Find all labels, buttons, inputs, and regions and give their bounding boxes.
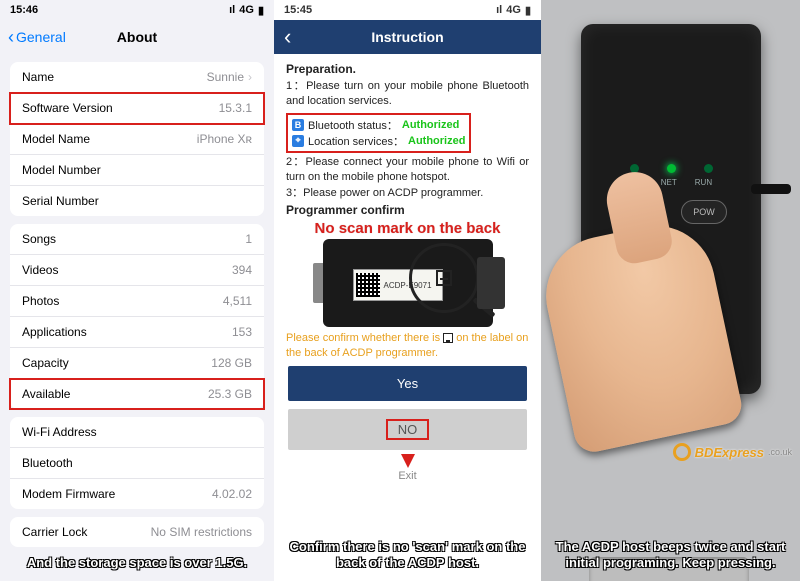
step-2: 2：Please connect your mobile phone to Wi…	[286, 155, 529, 185]
preparation-heading: Preparation.	[286, 62, 529, 76]
led-labels: R/T NET RUN	[581, 178, 761, 187]
page-title: Instruction	[274, 29, 541, 45]
caption-overlay: And the storage space is over 1.5G.	[0, 549, 274, 581]
bluetooth-icon: B	[292, 119, 304, 131]
row-capacity[interactable]: Capacity128 GB	[10, 348, 264, 379]
status-time: 15:45	[284, 4, 312, 16]
step-1: 1：Please turn on your mobile phone Bluet…	[286, 79, 529, 109]
pow-button[interactable]: POW	[681, 200, 727, 224]
arrow-down-icon	[401, 454, 415, 468]
chevron-right-icon: ›	[248, 70, 252, 84]
network-label: 4G	[506, 4, 521, 16]
magnifier-handle	[472, 297, 495, 318]
led-net	[667, 164, 676, 173]
network-label: 4G	[239, 4, 254, 16]
bluetooth-status-value: Authorized	[402, 119, 459, 131]
location-icon: ⌖	[292, 135, 304, 147]
no-button[interactable]: NO	[288, 409, 527, 450]
nav-bar: ‹ General About	[0, 20, 274, 54]
chevron-left-icon: ‹	[8, 27, 14, 48]
led-row	[581, 164, 761, 173]
battery-icon: ▮	[525, 4, 531, 17]
no-scan-overlay: No scan mark on the back	[286, 220, 529, 237]
location-status-value: Authorized	[408, 135, 465, 147]
back-label: General	[16, 29, 66, 45]
watermark-o-icon	[673, 443, 691, 461]
status-box: B Bluetooth status： Authorized ⌖ Locatio…	[286, 113, 471, 153]
caption-overlay: The ACDP host beeps twice and start init…	[541, 533, 800, 581]
row-available[interactable]: Available25.3 GB	[10, 379, 264, 409]
status-bar: 15:46 ıl 4G ▮	[0, 0, 274, 20]
location-status-label: Location services：	[308, 133, 404, 149]
row-carrier-lock[interactable]: Carrier LockNo SIM restrictions	[10, 517, 264, 547]
about-screen: 15:46 ıl 4G ▮ ‹ General About Name Sunni…	[0, 0, 274, 581]
confirm-prompt: Please confirm whether there is on the l…	[286, 331, 529, 360]
instruction-screen: 15:45 ıl 4G ▮ ‹ Instruction Preparation.…	[274, 0, 541, 581]
watermark: BDExpress .co.uk	[673, 443, 792, 461]
exit-link[interactable]: Exit	[286, 470, 529, 482]
caption-overlay: Confirm there is no 'scan' mark on the b…	[274, 533, 541, 581]
programmer-heading: Programmer confirm	[286, 203, 529, 217]
scan-icon-inline	[443, 333, 453, 343]
row-videos[interactable]: Videos394	[10, 255, 264, 286]
signal-icon: ıl	[229, 4, 235, 16]
row-serial-number[interactable]: Serial Number	[10, 186, 264, 216]
step-3: 3：Please power on ACDP programmer.	[286, 186, 529, 201]
magnifier-icon	[409, 243, 479, 313]
about-group-device: Name Sunnie› Software Version 15.3.1 Mod…	[10, 62, 264, 216]
device-photo-panel: R/T NET RUN Fn POW ACDP BDExpress .co.uk…	[541, 0, 800, 581]
scan-icon	[436, 270, 452, 286]
row-modem-firmware[interactable]: Modem Firmware4.02.02	[10, 479, 264, 509]
qr-icon	[356, 273, 380, 297]
yes-button[interactable]: Yes	[288, 366, 527, 401]
back-button[interactable]: ‹ General	[8, 27, 66, 48]
row-songs[interactable]: Songs1	[10, 224, 264, 255]
row-bluetooth[interactable]: Bluetooth	[10, 448, 264, 479]
nav-bar: ‹ Instruction	[274, 20, 541, 54]
row-model-name[interactable]: Model Name iPhone Xʀ	[10, 124, 264, 155]
about-group-storage: Songs1 Videos394 Photos4,511 Application…	[10, 224, 264, 409]
battery-icon: ▮	[258, 4, 264, 17]
about-group-carrier: Carrier LockNo SIM restrictions	[10, 517, 264, 547]
row-model-number[interactable]: Model Number	[10, 155, 264, 186]
status-bar: 15:45 ıl 4G ▮	[274, 0, 541, 20]
row-applications[interactable]: Applications153	[10, 317, 264, 348]
device-back-image: ACDP-E9071	[323, 239, 493, 327]
row-name[interactable]: Name Sunnie›	[10, 62, 264, 93]
back-button[interactable]: ‹	[284, 24, 291, 50]
status-time: 15:46	[10, 4, 38, 16]
signal-icon: ıl	[496, 4, 502, 16]
about-group-network: Wi-Fi Address Bluetooth Modem Firmware4.…	[10, 417, 264, 509]
row-photos[interactable]: Photos4,511	[10, 286, 264, 317]
bluetooth-status-label: Bluetooth status：	[308, 117, 398, 133]
led-run	[704, 164, 713, 173]
row-wifi-address[interactable]: Wi-Fi Address	[10, 417, 264, 448]
row-software-version[interactable]: Software Version 15.3.1	[10, 93, 264, 124]
